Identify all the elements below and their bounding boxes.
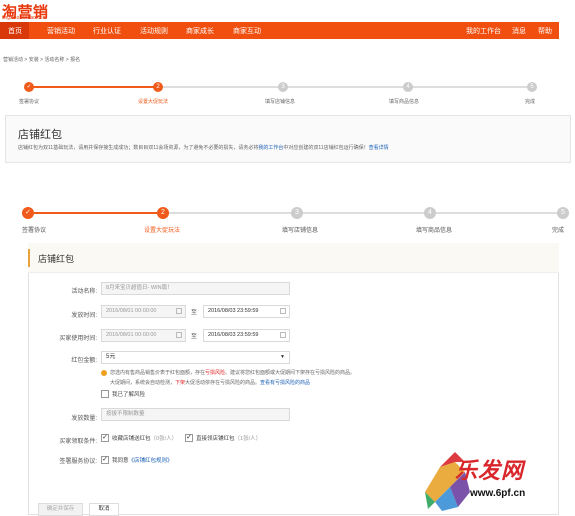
calendar-icon[interactable] [280, 308, 286, 314]
amount-select[interactable]: 5元 ▼ [101, 351, 290, 364]
direct-claim-option: 直接领店铺红包（1张/人） [196, 436, 262, 442]
collect-shop-checkbox[interactable]: ✓ [101, 434, 109, 442]
dropdown-arrow-icon: ▼ [280, 354, 285, 360]
activity-name-label: 活动名称: [71, 289, 97, 295]
nav-item-home[interactable]: 首页 [8, 26, 22, 36]
form-title: 店铺红包 [38, 254, 75, 264]
step-3-label-large: 填写店铺信息 [282, 228, 319, 234]
collect-shop-option: 收藏店铺送红包（0张/人） [112, 436, 178, 442]
step-2-dot: 2 [153, 82, 163, 92]
nav-item-workbench[interactable]: 我的工作台 [466, 26, 501, 36]
loss-risk-products-link[interactable]: 查看有亏损风险的商品 [260, 380, 310, 386]
step-5-label: 完成 [525, 99, 536, 105]
brand-subtitle: tingxiao.taobao.com [2, 15, 47, 21]
risk-note-line1: 您选内有售商品销售价表于红包面额，存在亏损风险。建议将您红包面额或大促期间下架存… [110, 370, 356, 376]
issue-end-input[interactable]: 2016/08/03 23:59:59 [203, 305, 290, 318]
step-3-label: 填写店铺信息 [265, 99, 296, 105]
nav-item-help[interactable]: 帮助 [538, 26, 552, 36]
nav-item-growth[interactable]: 商家成长 [186, 26, 214, 36]
step-1-dot-large: ✓ [22, 207, 34, 219]
form-header: 店铺红包 [28, 243, 559, 273]
step-5-dot: 5 [527, 82, 537, 92]
calendar-icon[interactable] [176, 308, 182, 314]
header-accent-bar [28, 249, 30, 267]
activity-name-input[interactable]: 8月来宝贝超值日- WIN篇！ [101, 282, 290, 295]
panel-description: 店铺红包为双11基础玩法，请用并保存接生成成功；数目目双11会场资源，为了避免不… [18, 145, 389, 151]
step-5-label-large: 完成 [552, 228, 565, 234]
quantity-label: 发放数量: [71, 416, 97, 422]
details-link[interactable]: 查看详情 [369, 145, 389, 151]
breadcrumb: 营销活动 > 安装 > 活动名称 > 报名 [3, 57, 81, 63]
step-3-dot: 3 [278, 82, 288, 92]
nav-item-rules[interactable]: 活动规则 [140, 26, 168, 36]
calendar-icon[interactable] [280, 332, 286, 338]
main-nav: 首页 营销活动 行业认证 活动规则 商家成长 商家互动 我的工作台 消息 帮助 [0, 22, 559, 39]
direct-claim-checkbox[interactable]: ✓ [185, 434, 193, 442]
stepper-progress-large [28, 212, 164, 214]
warning-icon [101, 370, 107, 376]
agreement-label: 签署服务协议: [59, 459, 97, 465]
step-1-label-large: 签署协议 [22, 228, 47, 234]
step-1-label: 签署协议 [19, 99, 40, 105]
nav-item-marketing[interactable]: 营销活动 [47, 26, 75, 36]
watermark-text: 乐发网 [455, 458, 525, 483]
step-4-label-large: 填写商品信息 [416, 228, 453, 234]
use-start-input[interactable]: 2016/08/01 00:00:00 [101, 329, 186, 342]
use-end-input[interactable]: 2016/08/03 23:59:59 [203, 329, 290, 342]
nav-item-interaction[interactable]: 商家互动 [233, 26, 261, 36]
nav-item-messages[interactable]: 消息 [512, 26, 526, 36]
step-2-dot-large: 2 [157, 207, 169, 219]
step-4-dot-large: 4 [424, 207, 436, 219]
use-time-label: 买家使用时间: [59, 336, 97, 342]
stepper-progress [28, 86, 158, 88]
risk-note-line2: 大促期间，系统会自动检测，下架大促活动依存在亏损风险的商品。查看有亏损风险的商品 [110, 380, 311, 386]
step-3-dot-large: 3 [291, 207, 303, 219]
amount-label: 红包金额: [71, 358, 97, 364]
step-2-label-large: 设置大促玩法 [144, 228, 181, 234]
workbench-link[interactable]: 我的工作台 [258, 145, 283, 151]
risk-ack-label: 我已了解风险 [112, 392, 146, 398]
issue-time-label: 发放时间: [71, 313, 97, 319]
red-packet-intro-panel: 店铺红包 店铺红包为双11基础玩法，请用并保存接生成成功；数目目双11会场资源，… [5, 115, 571, 163]
claim-conditions-label: 买家领取条件: [59, 439, 97, 445]
cancel-button[interactable]: 取消 [89, 503, 119, 516]
calendar-icon[interactable] [176, 332, 182, 338]
watermark-url: www.6pf.cn [470, 488, 526, 499]
step-4-label: 填写商品信息 [389, 99, 420, 105]
step-1-dot: ✓ [24, 82, 34, 92]
agreement-checkbox[interactable]: ✓ [101, 456, 109, 464]
panel-title: 店铺红包 [18, 129, 62, 141]
step-4-dot: 4 [403, 82, 413, 92]
top-screenshot: 淘营销 tingxiao.taobao.com 首页 营销活动 行业认证 活动规… [0, 0, 575, 200]
issue-range-separator: 至 [191, 310, 198, 316]
nav-item-certification[interactable]: 行业认证 [93, 26, 121, 36]
confirm-save-button[interactable]: 确定并保存 [38, 503, 83, 516]
quantity-input[interactable]: 按拔不限制数量 [101, 408, 290, 421]
agreement-text: 我同意《店铺红包规则》 [112, 458, 173, 464]
step-2-label: 设置大促玩法 [138, 99, 169, 105]
use-range-separator: 至 [191, 334, 198, 340]
step-5-dot-large: 5 [557, 207, 569, 219]
red-packet-rules-link[interactable]: 《店铺红包规则》 [129, 458, 173, 464]
issue-start-input[interactable]: 2016/08/01 00:00:00 [101, 305, 186, 318]
risk-ack-checkbox[interactable] [101, 390, 109, 398]
